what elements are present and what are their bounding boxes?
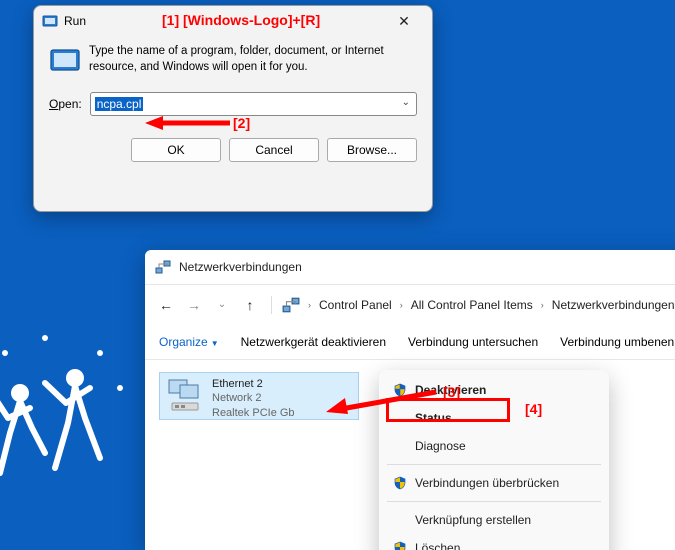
browse-button[interactable]: Browse...: [327, 138, 417, 162]
nav-forward-icon[interactable]: →: [183, 294, 205, 316]
explorer-title-text: Netzwerkverbindungen: [179, 260, 302, 274]
toolbar-inspect[interactable]: Verbindung untersuchen: [408, 335, 538, 349]
run-icon: [42, 13, 58, 29]
explorer-content: Ethernet 2 Network 2 Realtek PCIe Gb Dea…: [145, 370, 675, 550]
ctx-item-deaktivieren[interactable]: Deaktivieren: [379, 376, 609, 404]
nav-back-icon[interactable]: ←: [155, 294, 177, 316]
chevron-right-icon[interactable]: ›: [539, 300, 546, 310]
crumb-control-panel[interactable]: Control Panel: [317, 295, 394, 315]
chevron-right-icon[interactable]: ›: [306, 300, 313, 310]
run-description: Type the name of a program, folder, docu…: [89, 44, 417, 76]
ctx-item-shortcut[interactable]: Verknüpfung erstellen: [379, 506, 609, 534]
breadcrumb-icon: [282, 296, 300, 314]
run-title-text: Run: [64, 14, 86, 28]
chevron-right-icon[interactable]: ›: [398, 300, 405, 310]
shield-icon: [393, 541, 407, 550]
toolbar-rename[interactable]: Verbindung umbenen: [560, 335, 674, 349]
ctx-item-bridge[interactable]: Verbindungen überbrücken: [379, 469, 609, 497]
crumb-network-connections[interactable]: Netzwerkverbindungen: [550, 295, 675, 315]
explorer-toolbar: Organize▼ Netzwerkgerät deaktivieren Ver…: [145, 324, 675, 360]
shield-icon: [393, 383, 407, 397]
shield-icon: [393, 476, 407, 490]
open-label: Open:: [49, 97, 82, 111]
toolbar-deactivate[interactable]: Netzwerkgerät deaktivieren: [241, 335, 386, 349]
explorer-window: Netzwerkverbindungen ← → ⌄ ↑ › Control P…: [145, 250, 675, 550]
ethernet-adapter-icon: [166, 377, 204, 415]
connection-network: Network 2: [212, 391, 295, 405]
crumb-all-items[interactable]: All Control Panel Items: [409, 295, 535, 315]
nav-up-icon[interactable]: ↑: [239, 294, 261, 316]
breadcrumb: › Control Panel › All Control Panel Item…: [306, 295, 675, 315]
close-button[interactable]: ✕: [382, 7, 426, 35]
nav-history-chevron-icon[interactable]: ⌄: [211, 294, 233, 316]
ctx-item-diagnose[interactable]: Diagnose: [379, 432, 609, 460]
chevron-down-icon[interactable]: ⌄: [402, 97, 410, 108]
ctx-separator: [387, 464, 601, 465]
ctx-item-delete[interactable]: Löschen: [379, 534, 609, 550]
context-menu: Deaktivieren Status Diagnose Verbindunge…: [379, 370, 609, 550]
network-connections-icon: [155, 259, 171, 275]
ctx-separator: [387, 501, 601, 502]
open-combobox[interactable]: ncpa.cpl ⌄: [90, 92, 417, 116]
explorer-titlebar: Netzwerkverbindungen: [145, 250, 675, 284]
connection-item-ethernet2[interactable]: Ethernet 2 Network 2 Realtek PCIe Gb: [159, 372, 359, 420]
cancel-button[interactable]: Cancel: [229, 138, 319, 162]
open-value: ncpa.cpl: [95, 97, 144, 111]
connection-device: Realtek PCIe Gb: [212, 406, 295, 420]
run-titlebar: Run ✕: [34, 6, 432, 36]
run-dialog: Run ✕ Type the name of a program, folder…: [33, 5, 433, 212]
run-app-icon: [49, 44, 81, 76]
ctx-item-status[interactable]: Status: [379, 404, 609, 432]
ok-button[interactable]: OK: [131, 138, 221, 162]
organize-menu[interactable]: Organize▼: [159, 335, 219, 349]
explorer-address-bar: ← → ⌄ ↑ › Control Panel › All Control Pa…: [145, 284, 675, 324]
connection-name: Ethernet 2: [212, 377, 295, 391]
